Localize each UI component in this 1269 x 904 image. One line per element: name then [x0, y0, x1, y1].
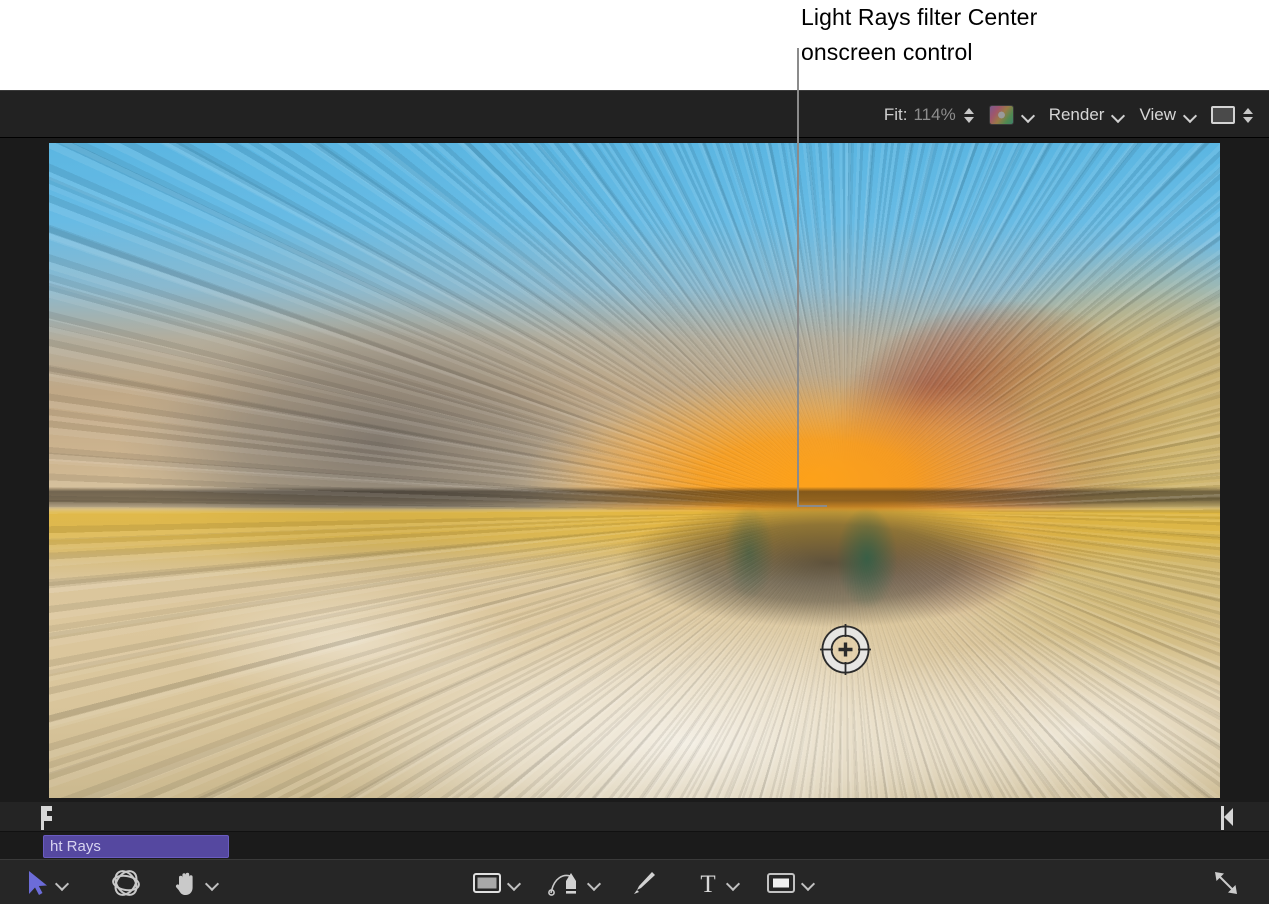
resize-view-control[interactable]: [1211, 860, 1241, 904]
chevron-down-icon[interactable]: [1112, 111, 1125, 119]
fit-value: 114%: [913, 105, 955, 125]
chevron-down-icon[interactable]: [1184, 111, 1197, 119]
select-arrow-tool[interactable]: [26, 860, 69, 904]
timeline-track-row[interactable]: ht Rays: [0, 833, 1269, 859]
viewer-top-toolbar: Fit: 114% Render View: [0, 90, 1269, 138]
color-wheel-icon: [989, 105, 1014, 125]
paint-stroke-tool[interactable]: [630, 860, 658, 904]
out-point-marker[interactable]: [1219, 806, 1235, 830]
stepper-icon[interactable]: [963, 104, 975, 126]
mini-timeline[interactable]: ht Rays: [0, 802, 1269, 859]
render-label: Render: [1049, 105, 1105, 125]
mask-tool[interactable]: [766, 860, 815, 904]
zoom-fit-control[interactable]: Fit: 114%: [877, 91, 982, 139]
light-rays-center-control[interactable]: [818, 622, 873, 677]
text-T-icon: T: [695, 870, 721, 896]
tools-toolbar: T: [0, 859, 1269, 904]
light-rays-filtered-image[interactable]: [49, 143, 1220, 798]
chevron-down-icon[interactable]: [206, 879, 219, 887]
bezier-pen-tool[interactable]: [548, 860, 601, 904]
orbit-3d-icon: [110, 868, 142, 898]
chevron-down-icon[interactable]: [727, 879, 740, 887]
callout-text: Light Rays filter Center onscreen contro…: [801, 0, 1241, 70]
pen-bezier-icon: [548, 869, 582, 897]
color-channels-button[interactable]: [982, 91, 1042, 139]
viewer-toolbar-controls: Fit: 114% Render View: [877, 91, 1261, 139]
diagonal-resize-icon: [1211, 868, 1241, 898]
chevron-down-icon[interactable]: [56, 879, 69, 887]
mask-rectangle-icon: [766, 871, 796, 895]
chevron-down-icon[interactable]: [508, 879, 521, 887]
image-layer-core: [49, 143, 1220, 798]
viewer-layout-control[interactable]: [1204, 91, 1261, 139]
svg-text:T: T: [700, 871, 715, 896]
callout-leader-line-vertical: [797, 48, 799, 506]
arrow-cursor-icon: [26, 870, 50, 896]
rectangle-shape-icon: [472, 871, 502, 895]
fit-label: Fit:: [884, 105, 908, 125]
callout-leader-line-horizontal: [797, 505, 827, 507]
view-label: View: [1139, 105, 1176, 125]
chevron-down-icon[interactable]: [588, 879, 601, 887]
rectangle-icon: [1211, 106, 1235, 124]
shape-tool[interactable]: [472, 860, 521, 904]
hand-icon: [172, 869, 200, 897]
text-tool[interactable]: T: [695, 860, 740, 904]
timeline-clip-label: ht Rays: [50, 838, 101, 855]
stepper-icon[interactable]: [1242, 104, 1254, 126]
chevron-down-icon[interactable]: [802, 879, 815, 887]
in-point-marker[interactable]: [37, 806, 53, 830]
render-menu-button[interactable]: Render: [1042, 91, 1133, 139]
timeline-clip-light-rays[interactable]: ht Rays: [43, 835, 229, 858]
pan-hand-tool[interactable]: [172, 860, 219, 904]
callout-annotation-area: Light Rays filter Center onscreen contro…: [0, 0, 1269, 90]
viewer-canvas[interactable]: [0, 138, 1269, 802]
view-menu-button[interactable]: View: [1132, 91, 1204, 139]
paintbrush-icon: [630, 869, 658, 897]
transform-3d-tool[interactable]: [110, 860, 142, 904]
chevron-down-icon[interactable]: [1022, 111, 1035, 119]
timeline-ruler[interactable]: [0, 802, 1269, 832]
